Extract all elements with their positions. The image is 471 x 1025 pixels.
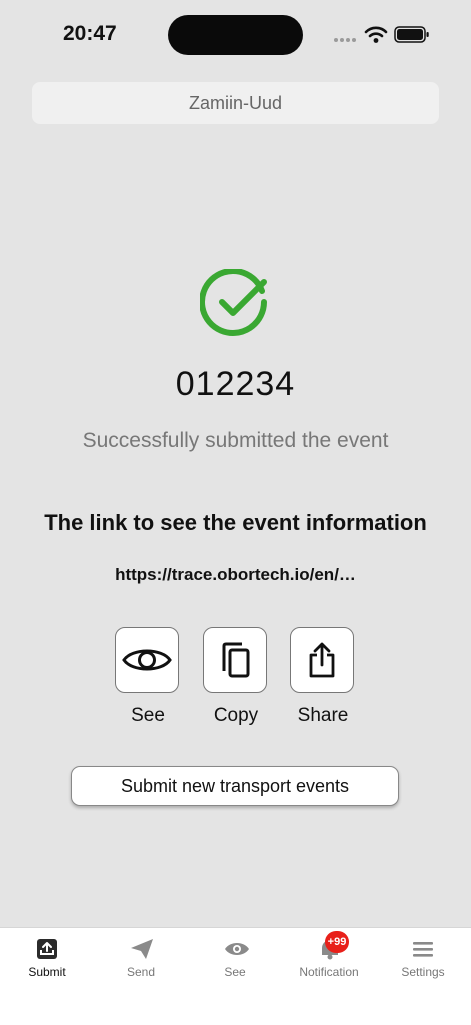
status-icons	[333, 24, 433, 46]
tab-send-label: Send	[126, 965, 156, 979]
location-title[interactable]: Zamiin-Uud	[32, 82, 439, 124]
tab-see-label: See	[224, 965, 246, 979]
success-check-icon	[200, 269, 267, 336]
paper-plane-icon	[131, 939, 153, 959]
link-title: The link to see the event information	[44, 510, 427, 535]
menu-icon	[413, 942, 433, 957]
event-id: 012234	[175, 365, 296, 403]
upload-tray-icon	[37, 939, 57, 959]
bottom-tab-bar: Submit Send See Notification Settings	[0, 927, 471, 1025]
eye-icon	[122, 649, 172, 671]
tab-submit[interactable]: Submit	[0, 928, 94, 988]
tab-see[interactable]: See	[188, 928, 282, 988]
tab-notification-label: Notification	[299, 965, 359, 979]
see-button[interactable]	[115, 627, 179, 693]
status-time: 20:47	[63, 22, 117, 45]
copy-icon	[222, 642, 250, 678]
dynamic-island	[168, 15, 303, 55]
share-label: Share	[297, 705, 349, 726]
tab-settings[interactable]: Settings	[376, 928, 470, 988]
copy-action: Copy	[203, 627, 269, 726]
notification-badge: +99	[325, 931, 349, 953]
cellular-signal-icon	[334, 38, 356, 42]
wifi-icon	[364, 26, 388, 43]
share-icon	[309, 642, 335, 678]
copy-button[interactable]	[203, 627, 267, 693]
share-button[interactable]	[290, 627, 354, 693]
see-action: See	[115, 627, 181, 726]
battery-icon	[394, 26, 429, 43]
share-action: Share	[290, 627, 356, 726]
tab-send[interactable]: Send	[94, 928, 188, 988]
submit-new-events-button[interactable]: Submit new transport events	[71, 766, 399, 806]
tab-settings-label: Settings	[401, 965, 445, 979]
eye-icon	[225, 943, 249, 955]
event-link-url[interactable]: https://trace.obortech.io/en/…	[0, 565, 471, 585]
tab-submit-label: Submit	[28, 965, 66, 979]
status-bar: 20:47	[0, 0, 471, 70]
success-message: Successfully submitted the event	[82, 429, 389, 452]
